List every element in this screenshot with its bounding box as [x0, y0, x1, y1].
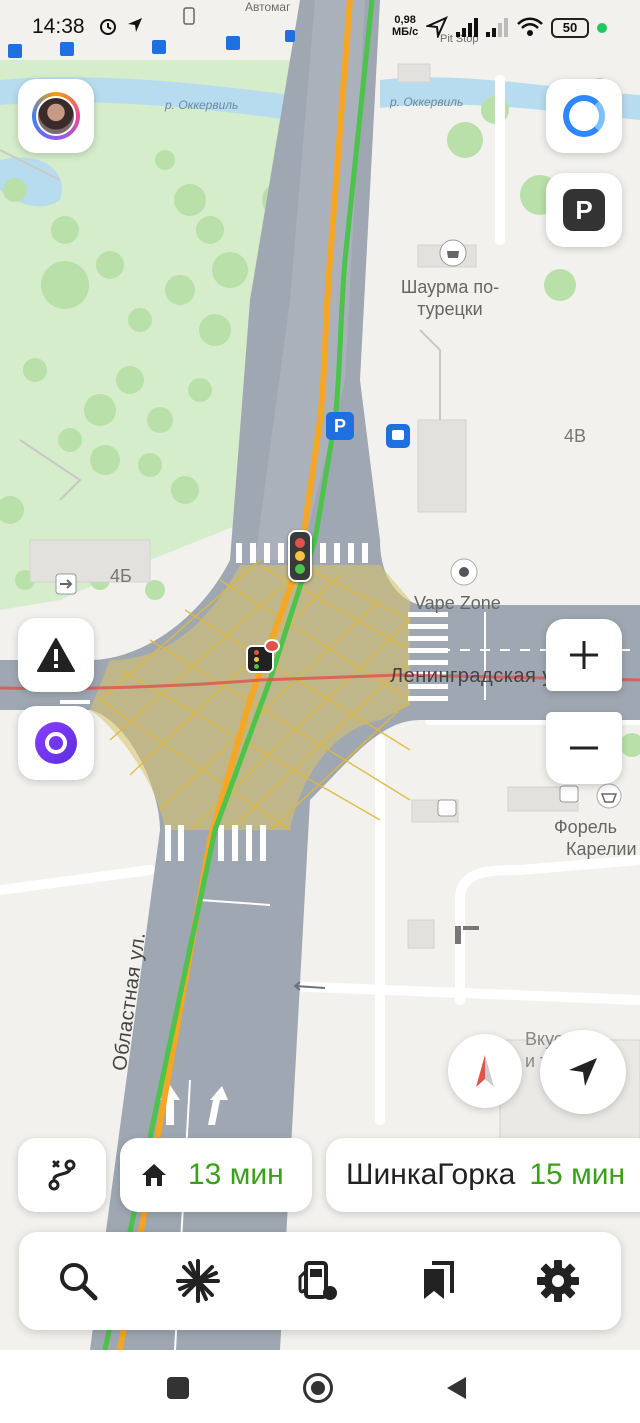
label-vape-zone: Vape Zone: [414, 593, 501, 613]
label-leningradskaya: Ленинградская ул.: [390, 665, 571, 687]
system-nav-bar: [0, 1350, 640, 1423]
search-icon: [60, 1263, 98, 1301]
gas-station-icon: [298, 1261, 337, 1300]
alice-button[interactable]: [18, 706, 94, 780]
parking-layer-icon: P: [563, 189, 605, 231]
bookmarks-button[interactable]: [410, 1253, 466, 1309]
parking-layer-button[interactable]: P: [546, 173, 622, 247]
compass-icon: [476, 1055, 494, 1087]
route-favorite-time: 15 мин: [529, 1158, 626, 1191]
bottom-toolbar: [19, 1232, 621, 1330]
label-house-4v: 4В: [564, 426, 587, 446]
gps-arrow-icon: [426, 16, 448, 38]
zoom-out-icon: [570, 746, 598, 750]
discovery-button[interactable]: [170, 1253, 226, 1309]
route-favorite-name: ШинкаГорка: [346, 1158, 516, 1191]
svg-text:P: P: [334, 416, 346, 436]
road-event-icon: [37, 638, 75, 672]
label-forel: Форель Карелии: [554, 817, 637, 859]
home-icon: [142, 1164, 166, 1186]
traffic-camera-icon[interactable]: [246, 639, 280, 673]
home-nav-button[interactable]: [298, 1368, 338, 1408]
traffic-light-icon[interactable]: [288, 530, 312, 582]
square-icon: [167, 1377, 189, 1399]
discovery-icon: [176, 1259, 220, 1303]
route-icon: [48, 1159, 76, 1191]
zoom-out-button[interactable]: [546, 712, 622, 784]
profile-button[interactable]: [18, 79, 94, 153]
privacy-dot: [597, 23, 607, 33]
zoom-in-icon: [570, 641, 598, 669]
search-button[interactable]: [50, 1253, 106, 1309]
route-favorite-chip[interactable]: ШинкаГорка 15 мин: [326, 1138, 640, 1212]
my-location-button[interactable]: [540, 1030, 626, 1114]
back-triangle-icon: [447, 1377, 466, 1399]
signal-2-icon: [486, 18, 508, 37]
gas-station-button[interactable]: [290, 1253, 346, 1309]
battery-indicator: 50: [551, 18, 589, 38]
route-overview-button[interactable]: [18, 1138, 106, 1212]
circle-home-icon: [303, 1373, 333, 1403]
zoom-in-button[interactable]: [546, 619, 622, 691]
compass-button[interactable]: [448, 1034, 522, 1108]
network-speed: 0,98 МБ/с: [392, 14, 419, 38]
settings-icon: [537, 1260, 579, 1302]
status-time: 14:38: [32, 15, 85, 38]
signal-1-icon: [456, 18, 478, 37]
status-bar: 14:38 0,98 МБ/с 50: [0, 0, 640, 56]
wifi-icon: [517, 17, 543, 36]
sim-icon: [183, 7, 195, 25]
alarm-icon: [100, 19, 116, 35]
label-river-right: р. Оккервиль: [390, 95, 464, 109]
alice-icon: [35, 722, 77, 764]
alice-assistant-button[interactable]: [546, 79, 622, 153]
road-event-button[interactable]: [18, 618, 94, 692]
route-home-chip[interactable]: 13 мин: [120, 1138, 312, 1212]
location-arrow-icon: [128, 18, 142, 32]
settings-button[interactable]: [530, 1253, 586, 1309]
alice-assistant-icon: [563, 95, 605, 137]
label-river-left: р. Оккервиль: [165, 98, 239, 112]
route-home-time: 13 мин: [188, 1158, 284, 1191]
label-house-4b: 4Б: [110, 566, 132, 586]
bookmarks-icon: [424, 1261, 454, 1299]
my-location-icon: [569, 1058, 597, 1086]
label-shawarma: Шаурма по- турецки: [400, 277, 500, 319]
profile-avatar: [32, 92, 80, 140]
recents-button[interactable]: [158, 1368, 198, 1408]
back-button[interactable]: [436, 1368, 476, 1408]
